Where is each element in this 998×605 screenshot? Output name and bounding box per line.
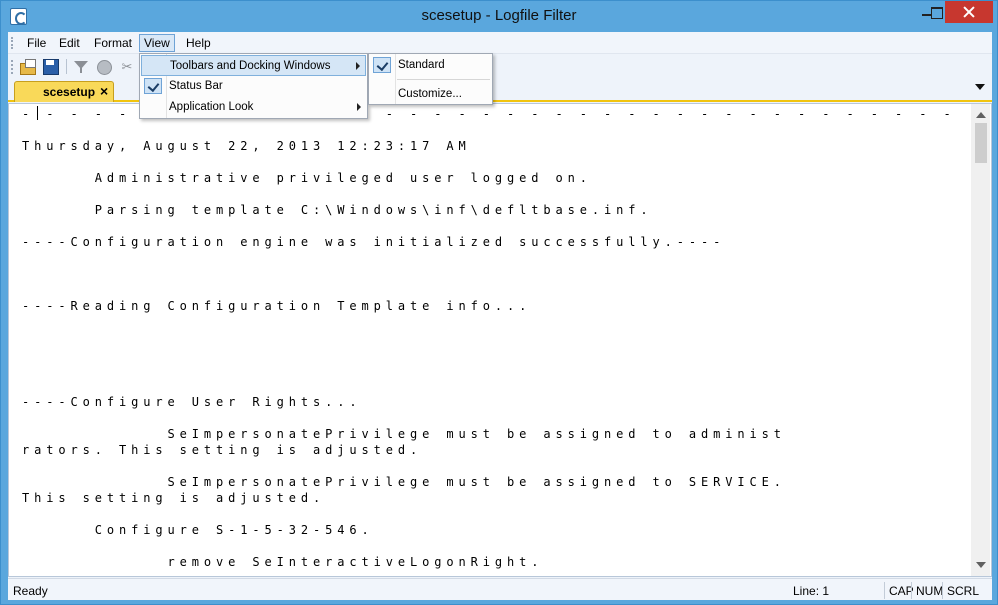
tab-list-dropdown-icon[interactable] bbox=[975, 84, 985, 90]
menubar-grip[interactable] bbox=[11, 37, 13, 49]
window-title: scesetup - Logfile Filter bbox=[421, 7, 577, 24]
menu-bar: File Edit Format View Help bbox=[8, 32, 992, 54]
menu-item-application-look[interactable]: Application Look bbox=[141, 97, 366, 118]
log-line: remove SeInteractiveLogonRight. bbox=[22, 555, 544, 569]
text-caret bbox=[37, 106, 38, 120]
toolbars-submenu: Standard Customize... bbox=[368, 53, 493, 105]
status-bar: Ready Line: 1 CAP NUM SCRL bbox=[8, 578, 992, 600]
submenu-arrow-icon bbox=[357, 103, 361, 111]
checkmark-icon bbox=[144, 78, 162, 94]
menu-separator bbox=[397, 79, 490, 80]
cut-icon[interactable]: ✂ bbox=[118, 58, 136, 75]
log-line: SeImpersonatePrivilege must be assigned … bbox=[22, 475, 786, 489]
menu-item-label: Status Bar bbox=[169, 80, 223, 92]
globe-icon[interactable] bbox=[95, 58, 113, 75]
status-ready: Ready bbox=[13, 584, 48, 598]
menu-file[interactable]: File bbox=[22, 34, 51, 52]
app-window: scesetup - Logfile Filter File Edit Form… bbox=[0, 0, 998, 605]
menu-item-label: Standard bbox=[398, 59, 445, 71]
log-line: Configure S-1-5-32-546. bbox=[22, 523, 374, 537]
menu-item-customize[interactable]: Customize... bbox=[370, 84, 491, 105]
log-line: Administrative privileged user logged on… bbox=[22, 171, 592, 185]
tab-label: scesetup bbox=[43, 85, 96, 99]
tab-close-icon[interactable]: × bbox=[100, 83, 108, 99]
title-bar[interactable]: scesetup - Logfile Filter bbox=[1, 1, 997, 32]
log-editor[interactable]: - - - - - - - - - - - - - - - - - - - - … bbox=[8, 103, 992, 577]
menu-help[interactable]: Help bbox=[181, 34, 216, 52]
scrollbar-thumb[interactable] bbox=[975, 123, 987, 163]
menu-item-toolbars-docking-windows[interactable]: Toolbars and Docking Windows bbox=[141, 55, 366, 76]
log-line: Thursday, August 22, 2013 12:23:17 AM bbox=[22, 139, 471, 153]
status-scrl: SCRL bbox=[942, 582, 983, 599]
menu-item-standard[interactable]: Standard bbox=[370, 55, 491, 76]
log-line: ----Reading Configuration Template info.… bbox=[22, 299, 532, 313]
tab-scesetup[interactable]: scesetup × bbox=[14, 81, 114, 102]
vertical-scrollbar[interactable] bbox=[971, 104, 990, 576]
submenu-arrow-icon bbox=[356, 62, 360, 70]
menu-item-label: Customize... bbox=[398, 88, 462, 100]
log-line: ----Configure User Rights... bbox=[22, 395, 362, 409]
log-line: This setting is adjusted. bbox=[22, 491, 326, 505]
log-line: ----Configuration engine was initialized… bbox=[22, 235, 726, 249]
log-line: Parsing template C:\Windows\inf\defltbas… bbox=[22, 203, 653, 217]
open-icon[interactable] bbox=[19, 58, 37, 75]
menu-item-status-bar[interactable]: Status Bar bbox=[141, 76, 366, 97]
scroll-down-icon[interactable] bbox=[976, 562, 986, 568]
log-line: rators. This setting is adjusted. bbox=[22, 443, 423, 457]
view-menu-dropdown: Toolbars and Docking Windows Status Bar … bbox=[139, 53, 368, 119]
scroll-up-icon[interactable] bbox=[976, 112, 986, 118]
log-text-area[interactable]: - - - - - - - - - - - - - - - - - - - - … bbox=[22, 104, 968, 576]
menu-edit[interactable]: Edit bbox=[54, 34, 85, 52]
log-line: SeImpersonatePrivilege must be assigned … bbox=[22, 427, 786, 441]
checkmark-icon bbox=[373, 57, 391, 73]
close-button[interactable] bbox=[945, 1, 993, 23]
filter-icon[interactable] bbox=[72, 58, 90, 75]
toolbar-separator bbox=[66, 59, 67, 74]
toolbar-grip[interactable] bbox=[11, 60, 13, 74]
status-line-number: Line: 1 bbox=[793, 584, 830, 598]
menu-format[interactable]: Format bbox=[89, 34, 137, 52]
menu-view[interactable]: View bbox=[139, 34, 175, 52]
menu-item-label: Application Look bbox=[169, 101, 254, 113]
save-icon[interactable] bbox=[42, 58, 60, 75]
menu-item-label: Toolbars and Docking Windows bbox=[170, 60, 331, 72]
